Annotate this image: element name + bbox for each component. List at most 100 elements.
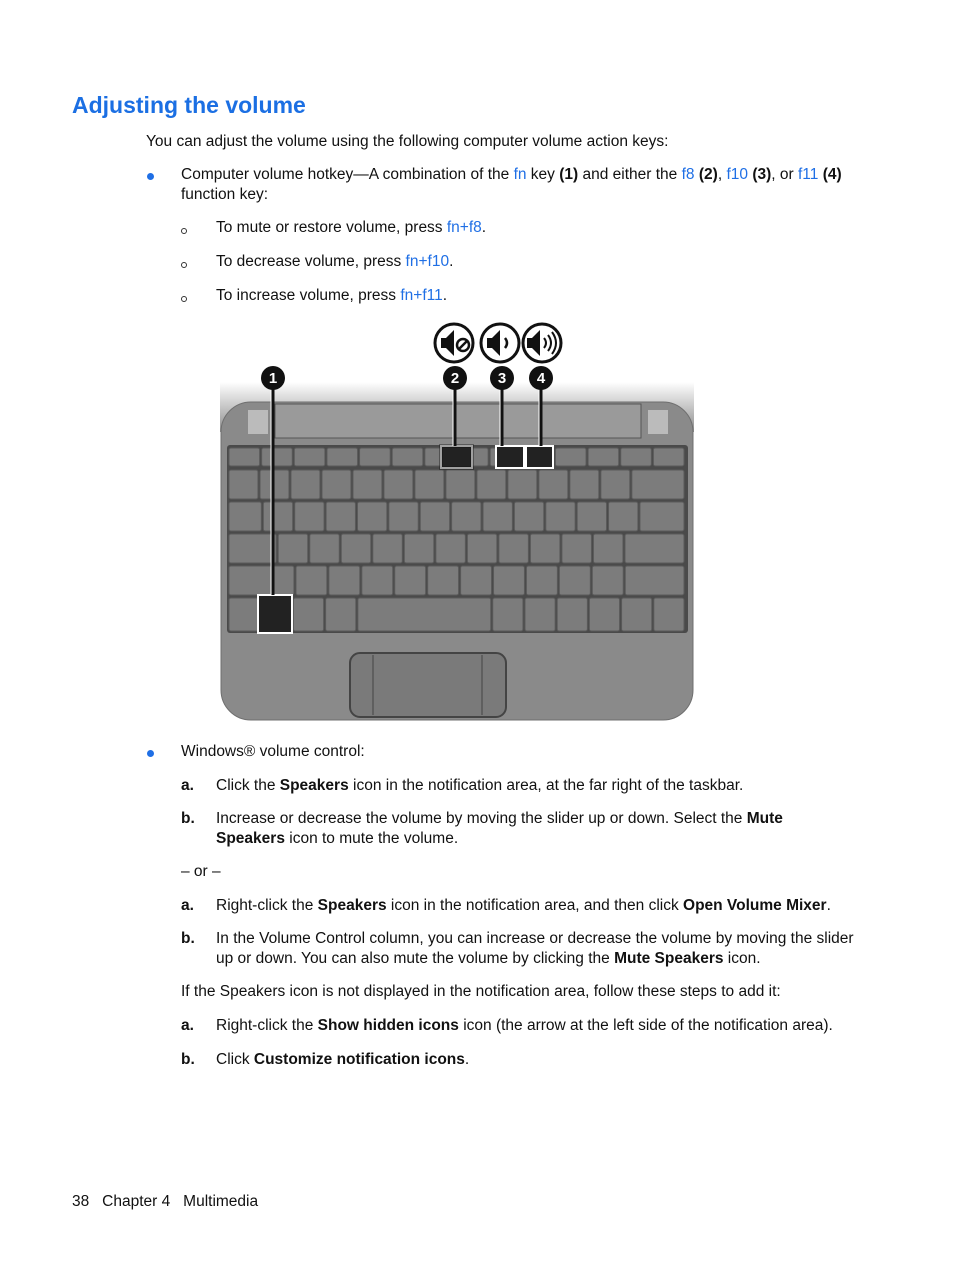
step-label: a. (181, 777, 194, 794)
fn-link[interactable]: fn (514, 166, 527, 183)
keyboard-key (292, 597, 325, 632)
keyboard-key (325, 501, 356, 532)
keyboard-key (556, 597, 588, 632)
keyboard-key (340, 533, 372, 564)
keyboard-key (592, 533, 624, 564)
keyboard-key (391, 447, 424, 467)
keyboard-key (309, 533, 340, 564)
keyboard-key (624, 565, 685, 596)
keyboard-key (419, 501, 451, 532)
keyboard-key (561, 533, 592, 564)
keyboard-key (321, 469, 352, 500)
keyboard-key (493, 565, 525, 596)
keyboard-key (277, 533, 309, 564)
keyboard-key (498, 533, 529, 564)
keyboard-key (476, 469, 507, 500)
keyboard-key (325, 597, 357, 632)
keyboard-key (554, 447, 587, 467)
sub-bullet (181, 296, 187, 302)
keyboard-key (228, 447, 261, 467)
f11-link[interactable]: f11 (798, 166, 818, 183)
keyboard-key (394, 565, 427, 596)
step-label: b. (181, 1051, 195, 1068)
step-label: a. (181, 1017, 194, 1034)
keyboard-key (591, 565, 624, 596)
f10-link[interactable]: f10 (726, 166, 748, 183)
keyboard-key (652, 447, 685, 467)
f10-key-highlight (495, 445, 525, 469)
keyboard-key (492, 597, 524, 632)
key-link[interactable]: fn+f11 (400, 287, 442, 304)
callout-4-label: 4 (537, 370, 546, 387)
hinge-right (648, 410, 668, 434)
keyboard-key (326, 447, 359, 467)
key-link[interactable]: fn+f8 (447, 219, 482, 236)
page-title: Adjusting the volume (72, 92, 306, 118)
keyboard-key (328, 565, 361, 596)
keyboard-key (294, 501, 325, 532)
keyboard-key (525, 565, 558, 596)
keyboard-key (587, 447, 620, 467)
step-text: Increase or decrease the volume by movin… (216, 810, 783, 827)
step-text-line2: up or down. You can also mute the volume… (216, 950, 761, 967)
keyboard-illustration: 1 2 3 4 (220, 322, 694, 721)
speaker-up-icon (521, 322, 563, 364)
keyboard-key (631, 469, 685, 500)
keyboard-key (545, 501, 576, 532)
keyboard-key (588, 597, 621, 632)
keyboard-key (228, 597, 260, 632)
step-text: Right-click the Speakers icon in the not… (216, 897, 831, 914)
step-text-line2: Speakers icon to mute the volume. (216, 830, 459, 847)
speaker-grille (274, 403, 642, 439)
keyboard-key (356, 501, 388, 532)
sub-bullet (181, 228, 187, 234)
sub-item: To increase volume, press fn+f11. (216, 287, 448, 304)
keyboard-key (262, 501, 294, 532)
keyboard-key (361, 565, 394, 596)
hinge-left (248, 410, 268, 434)
page-footer: 38 Chapter 4 Multimedia (72, 1193, 259, 1210)
keyboard-key (352, 469, 383, 500)
keyboard-key (538, 469, 569, 500)
keyboard-key (403, 533, 435, 564)
key-link[interactable]: fn+f10 (406, 253, 450, 270)
keyboard-key (435, 533, 466, 564)
keyboard-key (451, 501, 482, 532)
callout-1-label: 1 (269, 370, 277, 387)
keyboard-key (653, 597, 685, 632)
keyboard-key (558, 565, 591, 596)
keyboard-key (388, 501, 419, 532)
step-text: Right-click the Show hidden icons icon (… (216, 1017, 833, 1034)
keyboard-key (600, 469, 631, 500)
or-separator: – or – (181, 863, 221, 880)
keyboard-key (529, 533, 561, 564)
keyboard-key (445, 469, 476, 500)
keyboard-key (576, 501, 608, 532)
keyboard-key (372, 533, 403, 564)
fn-key-highlight (257, 594, 293, 634)
keyboard-key (507, 469, 538, 500)
keyboard-key (261, 447, 293, 467)
keyboard-key (357, 597, 492, 632)
keyboard-key (383, 469, 414, 500)
page-number: 38 (72, 1193, 90, 1210)
bullet (147, 173, 154, 180)
keyboard-key (482, 501, 513, 532)
document-page: Adjusting the volume You can adjust the … (0, 0, 954, 1270)
step-label: a. (181, 897, 194, 914)
hotkey-text-line2: function key: (181, 186, 269, 203)
keyboard-key (228, 565, 295, 596)
f11-key-highlight (525, 445, 554, 469)
step-label: b. (181, 930, 195, 947)
keyboard-key (228, 533, 277, 564)
keyboard-key (608, 501, 639, 532)
hotkey-text: Computer volume hotkey—A combination of … (181, 166, 842, 183)
sub-bullet (181, 262, 187, 268)
callout-3-label: 3 (498, 370, 506, 387)
step-label: b. (181, 810, 195, 827)
keyboard-key (466, 533, 498, 564)
sub-item: To mute or restore volume, press fn+f8. (216, 219, 487, 236)
keyboard-key (228, 469, 259, 500)
f8-link[interactable]: f8 (682, 166, 695, 183)
keyboard-key (513, 501, 545, 532)
